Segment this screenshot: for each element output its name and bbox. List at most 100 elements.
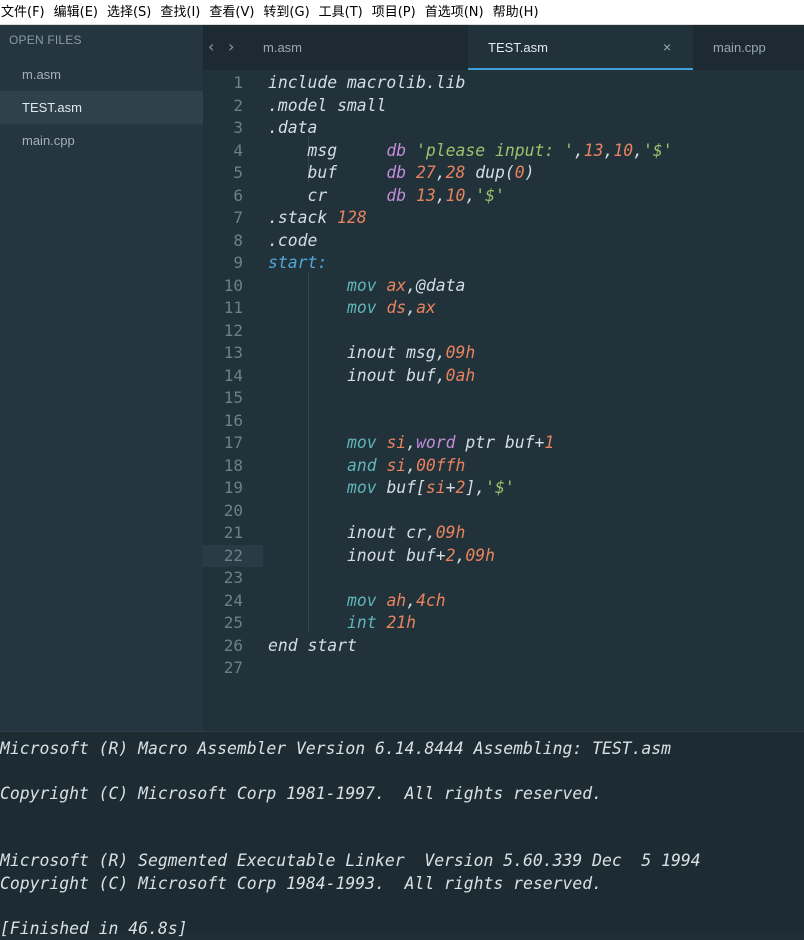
line-number: 11 bbox=[223, 298, 243, 317]
open-files-header: OPEN FILES bbox=[9, 33, 82, 47]
code-text: int 21h bbox=[268, 612, 416, 635]
menu-file[interactable]: 文件(F) bbox=[0, 0, 52, 25]
line-number: 27 bbox=[223, 658, 243, 677]
code-line[interactable]: 25 int 21h bbox=[203, 612, 804, 635]
code-token: 21h bbox=[386, 613, 417, 632]
code-line[interactable]: 13 inout msg,09h bbox=[203, 342, 804, 365]
code-token: 0 bbox=[514, 163, 525, 182]
code-token: '$' bbox=[485, 478, 515, 497]
code-token: , bbox=[435, 185, 446, 205]
code-line[interactable]: 7 .stack 128 bbox=[203, 207, 804, 230]
code-token: .code bbox=[268, 230, 318, 250]
code-editor[interactable]: 1 include macrolib.lib 2 .model small 3 .data… bbox=[203, 70, 804, 731]
code-token: , bbox=[406, 433, 417, 452]
back-arrow-icon[interactable]: ‹ bbox=[208, 37, 214, 56]
code-token: inout msg, bbox=[268, 343, 446, 362]
code-line[interactable]: 2 .model small bbox=[203, 95, 804, 118]
code-token: buf[ bbox=[386, 478, 426, 497]
line-number: 26 bbox=[223, 635, 243, 655]
code-line[interactable]: 14 inout buf,0ah bbox=[203, 365, 804, 388]
tab-label: TEST.asm bbox=[488, 40, 548, 55]
line-number: 18 bbox=[223, 455, 243, 475]
code-line[interactable]: 22 inout buf+2,09h bbox=[203, 544, 804, 567]
code-token: buf bbox=[268, 163, 387, 182]
code-token: 'please input: ' bbox=[416, 140, 574, 160]
menu-view[interactable]: 查看(V) bbox=[207, 0, 261, 25]
code-token: ,@data bbox=[406, 275, 466, 295]
sidebar-file-m-asm[interactable]: m.asm bbox=[0, 58, 203, 91]
code-line[interactable]: 17 mov si,word ptr buf+1 bbox=[203, 432, 804, 455]
sidebar-file-main-cpp[interactable]: main.cpp bbox=[0, 124, 203, 157]
code-text: end start bbox=[268, 635, 357, 658]
line-number: 14 bbox=[223, 365, 243, 385]
code-token: .stack bbox=[268, 208, 338, 227]
menu-edit[interactable]: 编辑(E) bbox=[52, 0, 105, 25]
code-line[interactable]: 16 bbox=[203, 410, 804, 433]
code-token: dup( bbox=[465, 163, 515, 182]
menu-help[interactable]: 帮助(H) bbox=[491, 0, 546, 25]
line-number: 4 bbox=[233, 140, 243, 160]
line-number: 9 bbox=[233, 253, 243, 272]
code-line[interactable]: 18 and si,00ffh bbox=[203, 455, 804, 478]
menu-bar: 文件(F) 编辑(E) 选择(S) 查找(I) 查看(V) 转到(G) 工具(T… bbox=[0, 0, 804, 25]
code-text: start: bbox=[268, 252, 327, 275]
sidebar-file-test-asm[interactable]: TEST.asm bbox=[0, 91, 203, 124]
code-token: 10 bbox=[613, 140, 634, 160]
code-line[interactable]: 4 msg db 'please input: ',13,10,'$' bbox=[203, 140, 804, 163]
menu-tools[interactable]: 工具(T) bbox=[317, 0, 370, 25]
code-token: mov bbox=[346, 298, 387, 317]
code-text: and si,00ffh bbox=[268, 455, 465, 478]
menu-project[interactable]: 项目(P) bbox=[370, 0, 423, 25]
tab-test-asm[interactable]: TEST.asm × bbox=[468, 25, 693, 70]
code-token: word bbox=[416, 433, 466, 452]
code-token: 13 bbox=[416, 185, 436, 205]
code-token: si bbox=[386, 455, 407, 475]
code-line[interactable]: 23 bbox=[203, 567, 804, 590]
code-text: inout msg,09h bbox=[268, 342, 475, 365]
code-line[interactable]: 8 .code bbox=[203, 230, 804, 253]
code-token: ah bbox=[386, 590, 407, 610]
line-number: 6 bbox=[233, 185, 243, 205]
line-number: 12 bbox=[223, 320, 243, 340]
output-line: Copyright (C) Microsoft Corp 1984-1993. … bbox=[0, 874, 602, 893]
code-token: include macrolib.lib bbox=[268, 73, 466, 92]
code-line[interactable]: 12 bbox=[203, 320, 804, 343]
code-text: inout cr,09h bbox=[268, 522, 465, 545]
menu-preferences[interactable]: 首选项(N) bbox=[423, 0, 491, 25]
code-line[interactable]: 1 include macrolib.lib bbox=[203, 72, 804, 95]
code-token: 4ch bbox=[416, 590, 446, 610]
code-line[interactable]: 21 inout cr,09h bbox=[203, 522, 804, 545]
menu-find[interactable]: 查找(I) bbox=[158, 0, 207, 25]
code-token: 09h bbox=[435, 523, 466, 542]
code-token: mov bbox=[346, 275, 387, 295]
code-line[interactable]: 19 mov buf[si+2],'$' bbox=[203, 477, 804, 500]
code-line[interactable]: 3 .data bbox=[203, 117, 804, 140]
code-line[interactable]: 20 bbox=[203, 500, 804, 523]
code-token: ) bbox=[524, 163, 535, 182]
forward-arrow-icon[interactable]: › bbox=[228, 37, 234, 56]
code-line[interactable]: 5 buf db 27,28 dup(0) bbox=[203, 162, 804, 185]
code-line[interactable]: 11 mov ds,ax bbox=[203, 297, 804, 320]
code-line[interactable]: 26 end start bbox=[203, 635, 804, 658]
code-text: mov ds,ax bbox=[268, 297, 436, 320]
close-icon[interactable]: × bbox=[663, 25, 671, 70]
code-text: mov ah,4ch bbox=[268, 590, 446, 613]
output-line: [Finished in 46.8s] bbox=[0, 919, 188, 938]
code-line[interactable]: 24 mov ah,4ch bbox=[203, 590, 804, 613]
code-text: cr db 13,10,'$' bbox=[268, 185, 504, 208]
tab-m-asm[interactable]: m.asm bbox=[263, 25, 468, 70]
code-line[interactable]: 15 bbox=[203, 387, 804, 410]
code-token: 13 bbox=[583, 140, 604, 160]
code-token: , bbox=[406, 590, 417, 610]
tab-main-cpp[interactable]: main.cpp bbox=[693, 25, 804, 70]
menu-selection[interactable]: 选择(S) bbox=[105, 0, 158, 25]
code-line[interactable]: 9 start: bbox=[203, 252, 804, 275]
code-token: 128 bbox=[337, 208, 367, 227]
code-line[interactable]: 10 mov ax,@data bbox=[203, 275, 804, 298]
code-line[interactable]: 6 cr db 13,10,'$' bbox=[203, 185, 804, 208]
code-token: , bbox=[465, 185, 476, 205]
code-line[interactable]: 27 bbox=[203, 657, 804, 680]
menu-goto[interactable]: 转到(G) bbox=[261, 0, 316, 25]
code-token: 27 bbox=[416, 163, 436, 182]
